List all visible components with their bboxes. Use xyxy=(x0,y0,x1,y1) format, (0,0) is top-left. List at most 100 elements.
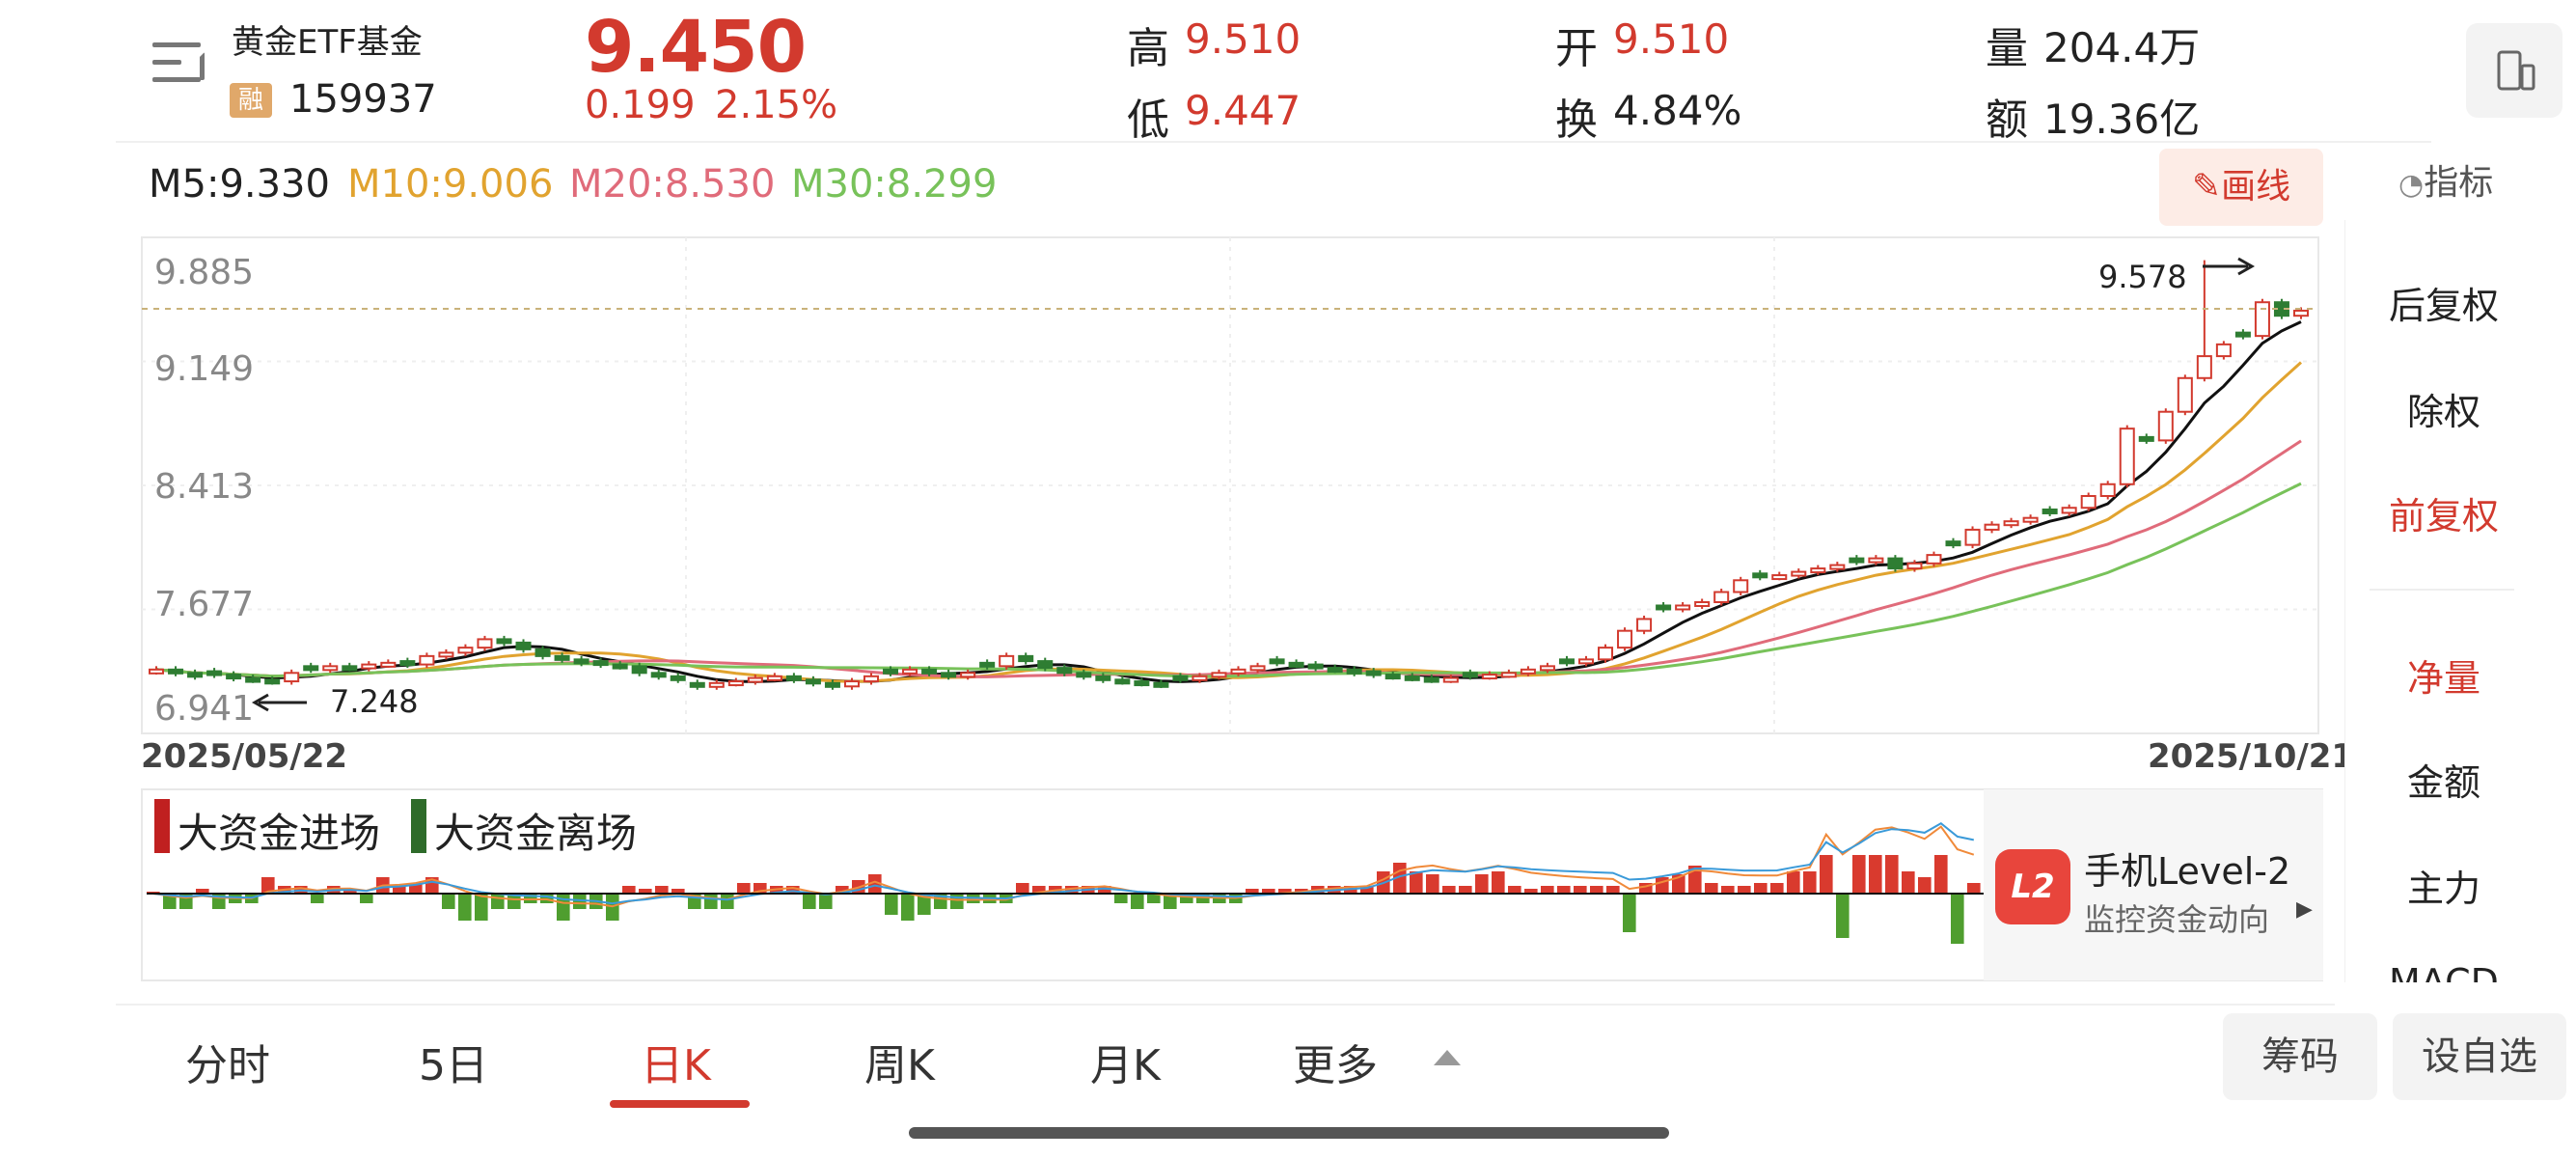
candle xyxy=(921,668,938,675)
candle xyxy=(883,668,899,675)
tab-5day[interactable]: 5日 xyxy=(419,1031,488,1092)
flow-bar xyxy=(1820,855,1833,894)
candle xyxy=(245,676,261,683)
flow-bar xyxy=(1967,883,1981,894)
candle xyxy=(1945,540,1961,547)
candle xyxy=(149,668,165,675)
candle xyxy=(1984,523,2000,531)
candle xyxy=(2080,494,2096,510)
flow-bar xyxy=(1557,886,1571,894)
flow-bar xyxy=(950,894,964,909)
tab-monthly-k[interactable]: 月K xyxy=(1090,1031,1161,1092)
y-tick-0: 9.885 xyxy=(154,253,255,292)
tab-daily-k[interactable]: 日K xyxy=(641,1031,711,1092)
flow-bar xyxy=(1869,855,1882,894)
side-item-macd[interactable]: MACD xyxy=(2344,961,2543,982)
tab-intraday[interactable]: 分时 xyxy=(185,1031,270,1092)
candle xyxy=(1598,647,1614,661)
candle xyxy=(419,654,435,666)
candle xyxy=(1500,672,1517,678)
candle xyxy=(1288,661,1304,668)
candle xyxy=(1384,674,1401,680)
candle xyxy=(2196,355,2212,379)
tab-more[interactable]: 更多 xyxy=(1293,1031,1378,1092)
candle xyxy=(380,661,397,668)
add-watchlist-button[interactable]: 设自选 xyxy=(2393,1013,2566,1100)
flow-bar xyxy=(1426,874,1439,894)
chips-button[interactable]: 筹码 xyxy=(2223,1013,2377,1100)
candle xyxy=(226,674,242,680)
candle xyxy=(1656,604,1672,611)
candle xyxy=(1327,667,1343,674)
flow-bar xyxy=(1721,886,1735,894)
candle xyxy=(727,680,744,687)
flow-bar xyxy=(1114,894,1128,903)
candle xyxy=(1906,562,1923,570)
candle xyxy=(1558,658,1575,665)
candle xyxy=(902,668,918,675)
flow-bar xyxy=(737,883,751,894)
flow-bar xyxy=(1836,894,1850,938)
flow-bar xyxy=(1787,871,1800,894)
flow-bar xyxy=(885,894,898,915)
candle xyxy=(612,663,628,670)
flow-bar xyxy=(1623,894,1636,932)
candle xyxy=(322,665,339,672)
side-item-post-adjust[interactable]: 后复权 xyxy=(2344,276,2543,329)
tab-weekly-k[interactable]: 周K xyxy=(864,1031,935,1092)
candle xyxy=(1346,668,1362,675)
flow-bar xyxy=(1885,855,1899,894)
candle xyxy=(438,651,454,658)
side-item-net-volume[interactable]: 净量 xyxy=(2344,648,2543,702)
candle xyxy=(1211,672,1227,678)
candle xyxy=(206,670,223,676)
side-item-amount[interactable]: 金额 xyxy=(2344,753,2543,806)
candle xyxy=(766,675,782,681)
active-tab-indicator xyxy=(610,1100,750,1108)
candle xyxy=(843,680,860,688)
candle xyxy=(1481,674,1497,680)
candle xyxy=(1829,564,1846,570)
low-annotation: 7.248 xyxy=(330,683,419,720)
side-item-ex-rights[interactable]: 除权 xyxy=(2344,382,2543,435)
candle xyxy=(573,658,589,665)
candle xyxy=(2003,520,2019,527)
candle xyxy=(670,675,686,681)
flow-bar xyxy=(901,894,915,921)
tabs-divider xyxy=(116,1004,2335,1006)
side-item-pre-adjust[interactable]: 前复权 xyxy=(2344,486,2543,539)
candle xyxy=(2157,410,2174,442)
flow-bar xyxy=(1738,886,1751,894)
candle xyxy=(534,648,551,657)
candle xyxy=(1849,557,1865,564)
candle xyxy=(457,647,474,654)
side-item-main-force[interactable]: 主力 xyxy=(2344,859,2543,912)
indicator-button[interactable]: ◔指标 xyxy=(2398,154,2493,205)
candle xyxy=(979,661,996,668)
candle xyxy=(477,638,493,649)
flow-bar xyxy=(721,894,734,909)
y-tick-4: 6.941 xyxy=(154,689,255,729)
y-tick-3: 7.677 xyxy=(154,585,255,624)
candle xyxy=(1056,667,1073,675)
candle xyxy=(1617,629,1633,649)
start-date: 2025/05/22 xyxy=(141,737,348,776)
candle xyxy=(1810,567,1826,574)
candle xyxy=(2138,435,2154,442)
flow-bar xyxy=(1541,886,1554,894)
candle xyxy=(2292,309,2309,317)
candle xyxy=(2042,508,2058,514)
candle xyxy=(2254,301,2270,338)
candle xyxy=(650,672,667,678)
flow-bar xyxy=(311,894,324,903)
candle xyxy=(1577,658,1595,665)
candle xyxy=(303,665,319,672)
candle xyxy=(1675,604,1691,611)
screen-rotate-button[interactable] xyxy=(2466,23,2562,118)
candle xyxy=(1269,658,1285,665)
candle xyxy=(361,663,377,670)
candle xyxy=(1539,665,1555,672)
flow-bar xyxy=(1016,883,1029,894)
candle xyxy=(1404,675,1420,681)
candle xyxy=(1423,676,1439,683)
